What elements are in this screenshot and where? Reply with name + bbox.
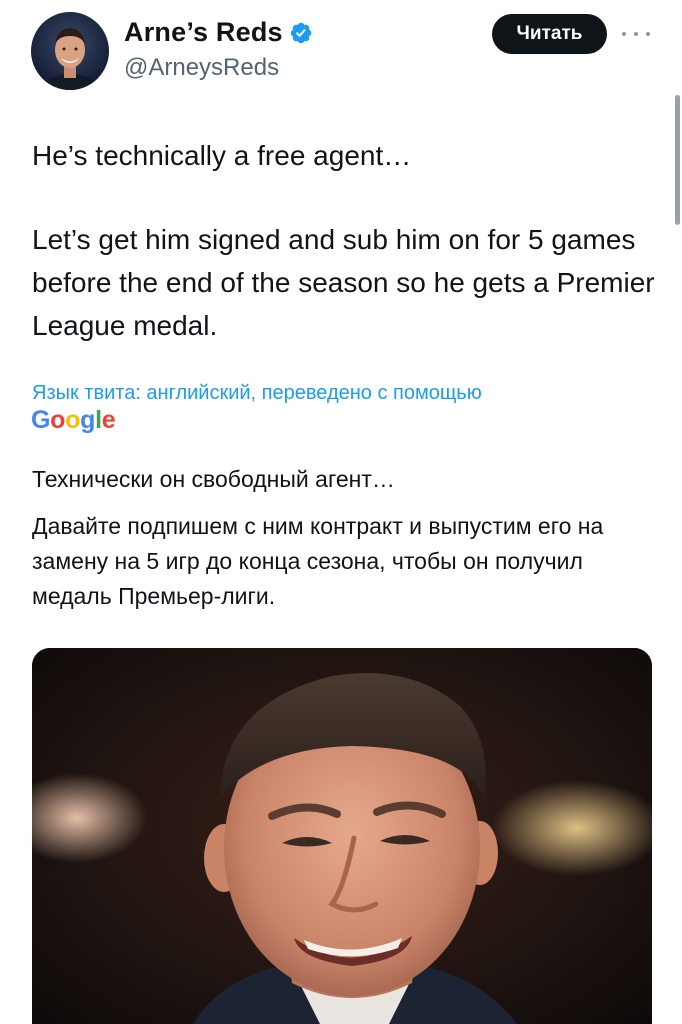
photo-of-smiling-man	[32, 648, 652, 1024]
scrollbar-thumb[interactable]	[675, 95, 680, 225]
verified-badge-icon	[290, 22, 312, 43]
translation-note-link[interactable]: Язык твита: английский, переведено с пом…	[32, 382, 482, 405]
translated-paragraph: Давайте подпишем с ним контракт и выпуст…	[32, 513, 604, 609]
author-handle[interactable]: @ArneysReds	[124, 54, 279, 82]
tweet-paragraph: Let’s get him signed and sub him on for …	[32, 224, 655, 341]
avatar[interactable]	[31, 12, 109, 90]
author-display-name[interactable]: Arne’s Reds	[124, 17, 283, 48]
more-dot	[634, 32, 638, 36]
translated-text: Технически он свободный агент… Давайте п…	[32, 462, 662, 614]
google-logo: Google	[31, 406, 116, 434]
author-name-row[interactable]: Arne’s Reds	[124, 17, 313, 48]
more-horizontal-icon[interactable]	[622, 24, 650, 44]
translated-paragraph: Технически он свободный агент…	[32, 466, 395, 492]
tweet-media-image[interactable]	[32, 648, 652, 1024]
avatar-image	[31, 12, 109, 90]
follow-button[interactable]: Читать	[492, 14, 607, 54]
more-dot	[622, 32, 626, 36]
tweet-paragraph: He’s technically a free agent…	[32, 140, 412, 171]
tweet-text: He’s technically a free agent… Let’s get…	[32, 134, 662, 347]
more-dot	[646, 32, 650, 36]
